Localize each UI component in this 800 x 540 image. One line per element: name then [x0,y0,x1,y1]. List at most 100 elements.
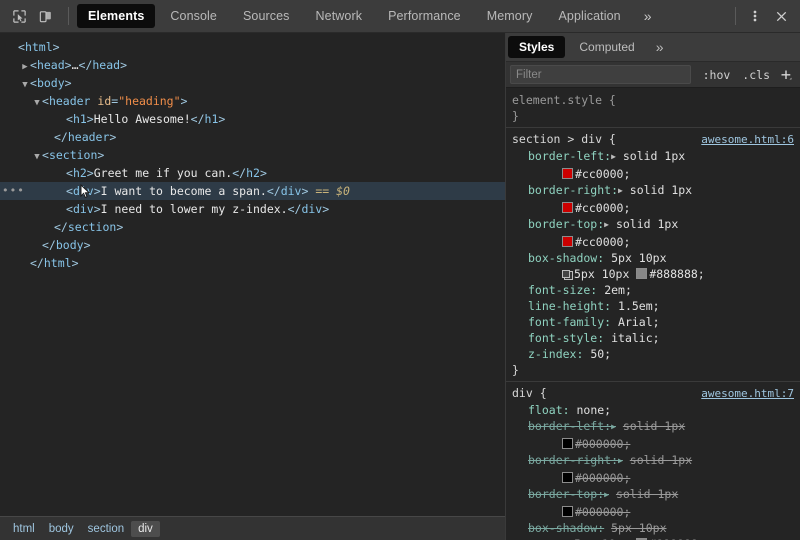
css-property-value[interactable]: 50; [590,347,611,361]
color-swatch-icon[interactable] [562,168,573,179]
css-property-value[interactable]: solid 1px [623,419,685,433]
css-declaration[interactable]: border-right:▶ solid 1px [506,182,800,200]
tab-console[interactable]: Console [157,0,230,32]
css-declaration[interactable]: box-shadow: 5px 10px [506,520,800,536]
box-shadow-swatch-icon[interactable] [562,270,572,279]
more-tabs-icon[interactable]: » [634,0,662,32]
css-shadow-offsets[interactable]: 5px 10px [574,267,629,281]
dom-node[interactable]: ▼<body> [0,74,505,92]
css-property-name[interactable]: z-index: [528,347,583,361]
css-property-value[interactable]: 5px 10px [611,521,666,535]
css-color-value[interactable]: #888888; [649,267,704,281]
dom-node[interactable]: </html> [0,254,505,272]
element-style-rule[interactable]: element.style {} [506,88,800,128]
css-declaration[interactable]: border-top:▶ solid 1px [506,486,800,504]
css-declaration[interactable]: border-left:▶ solid 1px [506,418,800,436]
css-property-name[interactable]: border-top: [528,217,604,231]
tab-application[interactable]: Application [545,0,633,32]
css-declaration[interactable]: border-right:▶ solid 1px [506,452,800,470]
css-color-value[interactable]: #000000; [575,437,630,451]
css-property-value[interactable]: 5px 10px [611,251,666,265]
dom-node-selected[interactable]: •••<div>I want to become a span.</div> =… [0,182,505,200]
dom-node[interactable]: </section> [0,218,505,236]
css-property-value[interactable]: solid 1px [616,487,678,501]
tab-network[interactable]: Network [303,0,376,32]
css-declaration[interactable]: z-index: 50; [506,346,800,362]
new-style-rule-button[interactable] [776,68,796,82]
dom-tree[interactable]: <html>▶<head>…</head>▼<body>▼<header id=… [0,33,505,516]
expand-shorthand-icon[interactable]: ▶ [618,453,623,469]
css-rule[interactable]: section > div { awesome.html:6border-left… [506,128,800,382]
rule-selector[interactable]: section > div { [512,131,616,147]
css-color-value[interactable]: #000000; [575,505,630,519]
css-color-value[interactable]: #cc0000; [575,235,630,249]
css-color-value[interactable]: #cc0000; [575,201,630,215]
dom-node[interactable]: </header> [0,128,505,146]
css-color-value[interactable]: #cc0000; [575,167,630,181]
dom-node[interactable]: <div>I need to lower my z-index.</div> [0,200,505,218]
css-property-name[interactable]: font-size: [528,283,597,297]
tab-sources[interactable]: Sources [230,0,303,32]
toggle-hover-state-button[interactable]: :hov [697,68,737,82]
rule-origin-link[interactable]: awesome.html:6 [701,132,794,148]
tab-computed[interactable]: Computed [567,33,646,61]
breadcrumb-item-div[interactable]: div [131,521,160,537]
css-property-value[interactable]: Arial; [618,315,660,329]
dom-node[interactable]: ▶<head>…</head> [0,56,505,74]
color-swatch-icon[interactable] [562,472,573,483]
css-declaration[interactable]: font-size: 2em; [506,282,800,298]
dom-node[interactable]: ▼<header id="heading"> [0,92,505,110]
css-property-name[interactable]: font-style: [528,331,604,345]
styles-more-tabs-icon[interactable]: » [647,33,673,61]
css-property-name[interactable]: border-right: [528,183,618,197]
css-declaration[interactable]: box-shadow: 5px 10px [506,250,800,266]
css-property-value[interactable]: solid 1px [630,453,692,467]
css-property-value[interactable]: 1.5em; [618,299,660,313]
css-property-name[interactable]: float: [528,403,570,417]
expand-shorthand-icon[interactable]: ▶ [604,487,609,503]
inspect-element-icon[interactable] [6,3,32,29]
device-toolbar-icon[interactable] [32,3,58,29]
rule-selector[interactable]: div { [512,385,547,401]
styles-rules-list[interactable]: element.style {} section > div { awesome.h… [506,88,800,540]
close-icon[interactable] [768,3,794,29]
css-declaration[interactable]: line-height: 1.5em; [506,298,800,314]
color-swatch-icon[interactable] [562,202,573,213]
dom-node[interactable]: <h2>Greet me if you can.</h2> [0,164,505,182]
tab-performance[interactable]: Performance [375,0,474,32]
css-property-name[interactable]: border-top: [528,487,604,501]
breadcrumb-item-section[interactable]: section [81,521,131,537]
dom-node[interactable]: ▼<section> [0,146,505,164]
expand-shorthand-icon[interactable]: ▶ [611,419,616,435]
css-property-value[interactable]: 2em; [604,283,632,297]
css-property-value[interactable]: none; [576,403,611,417]
css-property-value[interactable]: solid 1px [630,183,692,197]
tab-elements[interactable]: Elements [77,4,155,28]
color-swatch-icon[interactable] [562,236,573,247]
css-property-name[interactable]: border-left: [528,419,611,433]
dom-node[interactable]: <html> [0,38,505,56]
dom-node[interactable]: </body> [0,236,505,254]
tab-memory[interactable]: Memory [474,0,546,32]
css-declaration[interactable]: float: none; [506,402,800,418]
css-declaration[interactable]: border-left:▶ solid 1px [506,148,800,166]
breadcrumb-item-html[interactable]: html [6,521,42,537]
kebab-menu-icon[interactable] [742,3,768,29]
tab-styles[interactable]: Styles [508,36,565,58]
expand-shorthand-icon[interactable]: ▶ [611,149,616,165]
css-property-name[interactable]: border-right: [528,453,618,467]
css-rule[interactable]: div {awesome.html:7float: none;border-le… [506,382,800,540]
rule-origin-link[interactable]: awesome.html:7 [701,386,794,402]
css-declaration[interactable]: border-top:▶ solid 1px [506,216,800,234]
node-ellipsis-badge[interactable]: ••• [2,182,25,200]
styles-filter-input[interactable]: Filter [510,65,691,84]
css-property-value[interactable]: italic; [611,331,659,345]
expand-shorthand-icon[interactable]: ▶ [604,217,609,233]
color-swatch-icon[interactable] [562,438,573,449]
css-color-value[interactable]: #000000; [575,471,630,485]
css-property-name[interactable]: line-height: [528,299,611,313]
dom-node[interactable]: <h1>Hello Awesome!</h1> [0,110,505,128]
color-swatch-icon[interactable] [562,506,573,517]
breadcrumb-item-body[interactable]: body [42,521,81,537]
css-declaration[interactable]: font-style: italic; [506,330,800,346]
